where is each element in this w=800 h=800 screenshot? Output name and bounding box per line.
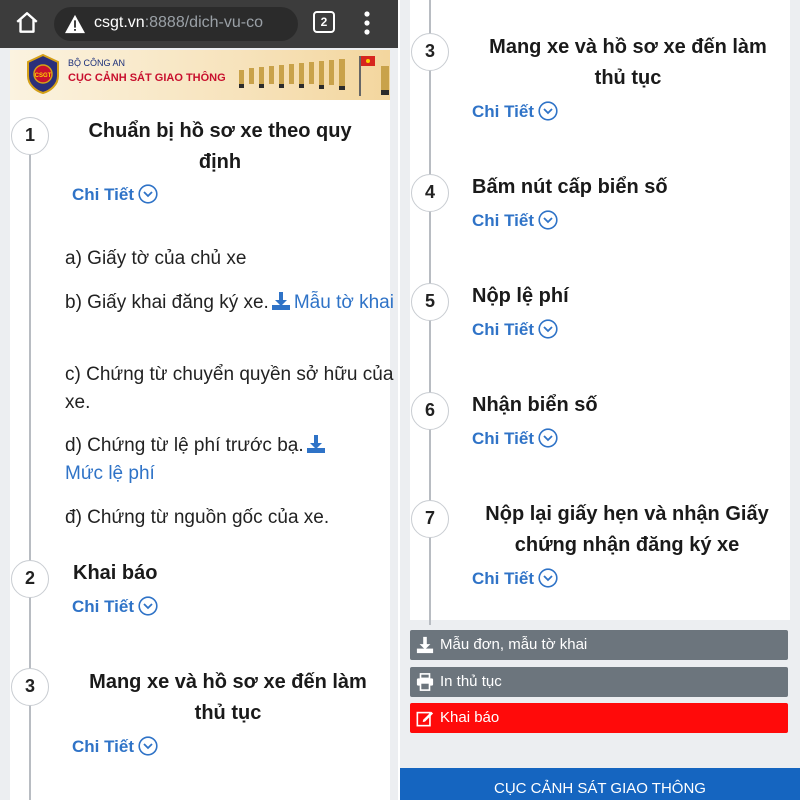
form-template-link[interactable]: Mẫu tờ khai xyxy=(294,292,394,313)
edit-icon xyxy=(416,711,434,727)
detail-toggle[interactable]: Chi Tiết xyxy=(72,596,158,617)
step-number: 6 xyxy=(411,392,449,430)
step-number: 4 xyxy=(411,174,449,212)
detail-label: Chi Tiết xyxy=(472,102,535,121)
detail-toggle[interactable]: Chi Tiết xyxy=(472,210,558,231)
site-footer-bar: CỤC CẢNH SÁT GIAO THÔNG xyxy=(400,768,800,800)
step-title: Nộp lệ phí xyxy=(472,285,569,307)
detail-toggle[interactable]: Chi Tiết xyxy=(472,319,558,340)
chevron-down-circle-icon xyxy=(538,210,558,230)
warning-icon[interactable] xyxy=(64,14,86,34)
print-procedure-button[interactable]: In thủ tục xyxy=(410,667,788,697)
chevron-down-circle-icon xyxy=(538,428,558,448)
forms-download-button[interactable]: Mẫu đơn, mẫu tờ khai xyxy=(410,630,788,660)
document-item-d: d) Chứng từ lệ phí trước bạ. Mức lệ phí xyxy=(65,432,395,488)
url-host: csgt.vn xyxy=(94,14,145,31)
step-title: Mang xe và hồ sơ xe đến làm thủ tục xyxy=(489,36,767,89)
chevron-down-circle-icon xyxy=(138,184,158,204)
tab-count: 2 xyxy=(320,15,328,29)
detail-toggle[interactable]: Chi Tiết xyxy=(72,184,158,205)
step-number: 1 xyxy=(11,117,49,155)
parade-image xyxy=(239,56,389,96)
detail-label: Chi Tiết xyxy=(72,597,135,616)
browser-toolbar: csgt.vn:8888/dich-vu-co 2 xyxy=(0,0,400,48)
ministry-name: BỘ CÔNG AN xyxy=(68,58,126,68)
document-item-e: đ) Chứng từ nguồn gốc của xe. xyxy=(65,507,330,528)
detail-label: Chi Tiết xyxy=(472,211,535,230)
document-item-b: b) Giấy khai đăng ký xe. Mẫu tờ khai xyxy=(65,289,395,317)
step-number: 5 xyxy=(411,283,449,321)
detail-toggle[interactable]: Chi Tiết xyxy=(472,101,558,122)
url-text: csgt.vn:8888/dich-vu-co xyxy=(94,14,263,32)
step-number: 3 xyxy=(411,33,449,71)
csgt-logo: CSGT xyxy=(27,54,59,94)
detail-label: Chi Tiết xyxy=(472,320,535,339)
left-screenshot-panel: csgt.vn:8888/dich-vu-co 2 CSGT BỘ CÔNG A… xyxy=(0,0,400,800)
right-screenshot-panel: 3 Mang xe và hồ sơ xe đến làm thủ tục Ch… xyxy=(400,0,800,800)
forms-download-label: Mẫu đơn, mẫu tờ khai xyxy=(440,636,588,653)
logo-text: CSGT xyxy=(35,73,52,79)
home-icon[interactable] xyxy=(14,10,40,36)
step-number: 2 xyxy=(11,560,49,598)
chevron-down-circle-icon xyxy=(538,319,558,339)
tabs-icon[interactable]: 2 xyxy=(313,11,335,33)
fee-rate-link[interactable]: Mức lệ phí xyxy=(65,463,155,484)
detail-label: Chi Tiết xyxy=(472,569,535,588)
chevron-down-circle-icon xyxy=(138,596,158,616)
chevron-down-circle-icon xyxy=(538,568,558,588)
chevron-down-circle-icon xyxy=(538,101,558,121)
document-item-c: c) Chứng từ chuyển quyền sở hữu của xe. xyxy=(65,364,394,413)
detail-toggle[interactable]: Chi Tiết xyxy=(472,428,558,449)
step-title: Khai báo xyxy=(73,562,158,584)
step-title: Mang xe và hồ sơ xe đến làm thủ tục xyxy=(89,671,367,724)
document-d-text: d) Chứng từ lệ phí trước bạ. xyxy=(65,435,304,456)
declare-label: Khai báo xyxy=(440,709,500,726)
detail-label: Chi Tiết xyxy=(472,429,535,448)
print-procedure-label: In thủ tục xyxy=(440,673,502,690)
chevron-down-circle-icon xyxy=(138,736,158,756)
detail-label: Chi Tiết xyxy=(72,185,135,204)
footer-agency-name: CỤC CẢNH SÁT GIAO THÔNG xyxy=(494,780,706,797)
declare-button[interactable]: Khai báo xyxy=(410,703,788,733)
step-title: Nộp lại giấy hẹn và nhận Giấy chứng nhận… xyxy=(485,503,769,556)
document-item-a: a) Giấy tờ của chủ xe xyxy=(65,248,247,269)
agency-name: CỤC CẢNH SÁT GIAO THÔNG xyxy=(68,72,226,84)
site-header-banner[interactable]: CSGT BỘ CÔNG AN CỤC CẢNH SÁT GIAO THÔNG xyxy=(10,50,390,100)
download-icon xyxy=(416,636,434,654)
download-icon[interactable] xyxy=(271,291,291,311)
step-number: 7 xyxy=(411,500,449,538)
print-icon xyxy=(416,673,434,691)
download-icon[interactable] xyxy=(306,434,326,454)
step-title: Nhận biển số xyxy=(472,394,598,416)
step-title: Chuẩn bị hồ sơ xe theo quy định xyxy=(88,120,352,173)
detail-toggle[interactable]: Chi Tiết xyxy=(72,736,158,757)
url-path: :8888/dich-vu-co xyxy=(144,14,263,31)
detail-label: Chi Tiết xyxy=(72,737,135,756)
detail-toggle[interactable]: Chi Tiết xyxy=(472,568,558,589)
step-title: Bấm nút cấp biển số xyxy=(472,176,668,198)
document-b-text: b) Giấy khai đăng ký xe. xyxy=(65,292,269,313)
more-vert-icon[interactable] xyxy=(362,10,372,36)
step-number: 3 xyxy=(11,668,49,706)
address-bar[interactable]: csgt.vn:8888/dich-vu-co xyxy=(54,7,298,41)
